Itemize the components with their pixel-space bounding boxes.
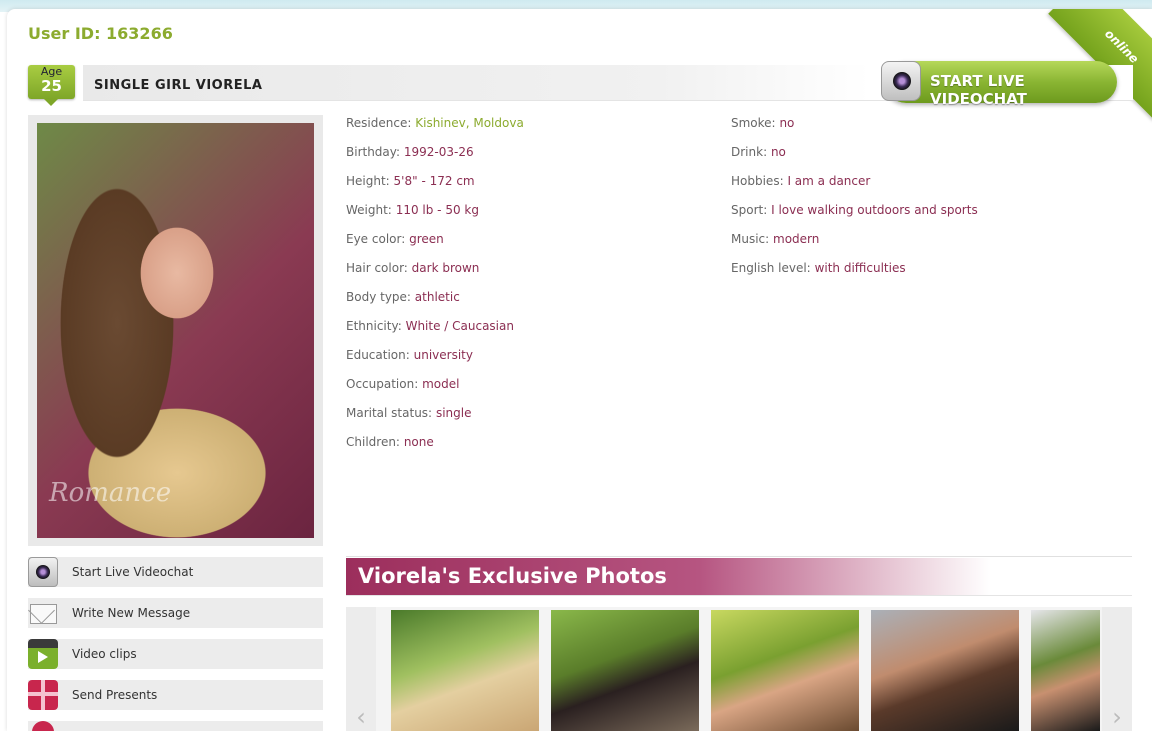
more-actions-link[interactable]: [28, 721, 323, 731]
detail-key: Weight:: [346, 203, 392, 217]
detail-row: Smoke: no: [731, 115, 978, 144]
detail-value: I am a dancer: [787, 174, 871, 188]
detail-row: Eye color: green: [346, 231, 524, 260]
detail-key: Ethnicity:: [346, 319, 402, 333]
detail-key: Drink:: [731, 145, 768, 159]
chevron-right-icon: ›: [1112, 703, 1122, 731]
detail-row: Body type: athletic: [346, 289, 524, 318]
divider: [346, 556, 1132, 557]
gallery-thumbnail[interactable]: [871, 610, 1019, 731]
photo-watermark: Romance: [49, 478, 172, 508]
detail-key: Smoke:: [731, 116, 776, 130]
detail-key: Hobbies:: [731, 174, 784, 188]
exclusive-photos-header: Viorela's Exclusive Photos: [346, 558, 1132, 596]
start-live-videochat-link[interactable]: Start Live Videochat: [28, 557, 323, 587]
detail-value: modern: [773, 232, 820, 246]
action-label: Video clips: [72, 647, 137, 661]
gallery-thumbnail[interactable]: [551, 610, 699, 731]
gift-icon: [28, 680, 58, 710]
age-badge: Age 25: [28, 65, 75, 106]
detail-key: Music:: [731, 232, 770, 246]
detail-row: Ethnicity: White / Caucasian: [346, 318, 524, 347]
write-new-message-link[interactable]: Write New Message: [28, 598, 323, 628]
detail-row: Height: 5'8" - 172 cm: [346, 173, 524, 202]
detail-key: Education:: [346, 348, 410, 362]
detail-row: Drink: no: [731, 144, 978, 173]
webcam-icon: [881, 61, 921, 101]
detail-key: English level:: [731, 261, 811, 275]
detail-value: I love walking outdoors and sports: [771, 203, 978, 217]
detail-key: Eye color:: [346, 232, 406, 246]
user-id-label: User ID: 163266: [28, 24, 173, 43]
gallery-thumbnail[interactable]: [711, 610, 859, 731]
profile-page: User ID: 163266 online Age 25 SINGLE GIR…: [7, 9, 1152, 731]
envelope-icon: [28, 598, 58, 628]
video-clips-link[interactable]: Video clips: [28, 639, 323, 669]
age-value: 25: [41, 77, 62, 95]
detail-value: with difficulties: [814, 261, 906, 275]
detail-row: Occupation: model: [346, 376, 524, 405]
detail-key: Occupation:: [346, 377, 419, 391]
action-label: Start Live Videochat: [72, 565, 194, 579]
exclusive-photos-title: Viorela's Exclusive Photos: [358, 564, 667, 588]
detail-value: athletic: [414, 290, 460, 304]
detail-row: Sport: I love walking outdoors and sport…: [731, 202, 978, 231]
gallery-thumbnail[interactable]: [1031, 610, 1100, 731]
main-photo-frame: Romance: [28, 115, 323, 546]
details-left-column: Residence: Kishinev, Moldova Birthday: 1…: [346, 115, 524, 463]
gallery-prev-button[interactable]: ‹: [346, 607, 376, 731]
start-live-videochat-button[interactable]: START LIVE VIDEOCHAT: [881, 61, 1117, 108]
action-label: Send Presents: [72, 688, 158, 702]
detail-value: 5'8" - 172 cm: [393, 174, 475, 188]
detail-value: White / Caucasian: [405, 319, 514, 333]
detail-key: Hair color:: [346, 261, 408, 275]
detail-value: 1992-03-26: [403, 145, 474, 159]
exclusive-photos-gallery: ‹ ›: [346, 607, 1132, 731]
clapperboard-icon: [28, 639, 58, 669]
profile-actions: Start Live Videochat Write New Message V…: [28, 557, 323, 731]
detail-key: Height:: [346, 174, 390, 188]
detail-value: green: [409, 232, 444, 246]
detail-value: no: [779, 116, 795, 130]
detail-row: Education: university: [346, 347, 524, 376]
gallery-next-button[interactable]: ›: [1102, 607, 1132, 731]
detail-key: Sport:: [731, 203, 768, 217]
detail-row: Birthday: 1992-03-26: [346, 144, 524, 173]
heart-icon: [32, 721, 54, 731]
detail-value: university: [413, 348, 473, 362]
detail-key: Residence:: [346, 116, 412, 130]
detail-key: Body type:: [346, 290, 411, 304]
profile-title: SINGLE GIRL VIORELA: [94, 78, 263, 93]
detail-row: Weight: 110 lb - 50 kg: [346, 202, 524, 231]
detail-row: Residence: Kishinev, Moldova: [346, 115, 524, 144]
detail-key: Children:: [346, 435, 400, 449]
detail-row: English level: with difficulties: [731, 260, 978, 289]
detail-row: Marital status: single: [346, 405, 524, 434]
chevron-left-icon: ‹: [356, 703, 366, 731]
detail-key: Marital status:: [346, 406, 433, 420]
videochat-button-label: START LIVE VIDEOCHAT: [930, 72, 1027, 108]
main-profile-photo[interactable]: Romance: [37, 123, 314, 538]
send-presents-link[interactable]: Send Presents: [28, 680, 323, 710]
detail-row: Hobbies: I am a dancer: [731, 173, 978, 202]
webcam-icon: [28, 557, 58, 587]
detail-value: model: [422, 377, 460, 391]
action-label: Write New Message: [72, 606, 191, 620]
detail-row: Hair color: dark brown: [346, 260, 524, 289]
detail-key: Birthday:: [346, 145, 401, 159]
detail-value: 110 lb - 50 kg: [395, 203, 479, 217]
details-right-column: Smoke: no Drink: no Hobbies: I am a danc…: [731, 115, 978, 289]
detail-row: Children: none: [346, 434, 524, 463]
detail-value: none: [403, 435, 434, 449]
detail-row: Music: modern: [731, 231, 978, 260]
detail-value: single: [435, 406, 472, 420]
detail-value: Kishinev, Moldova: [415, 116, 524, 130]
gallery-thumbnail[interactable]: [391, 610, 539, 731]
detail-value: dark brown: [411, 261, 480, 275]
detail-value: no: [770, 145, 786, 159]
